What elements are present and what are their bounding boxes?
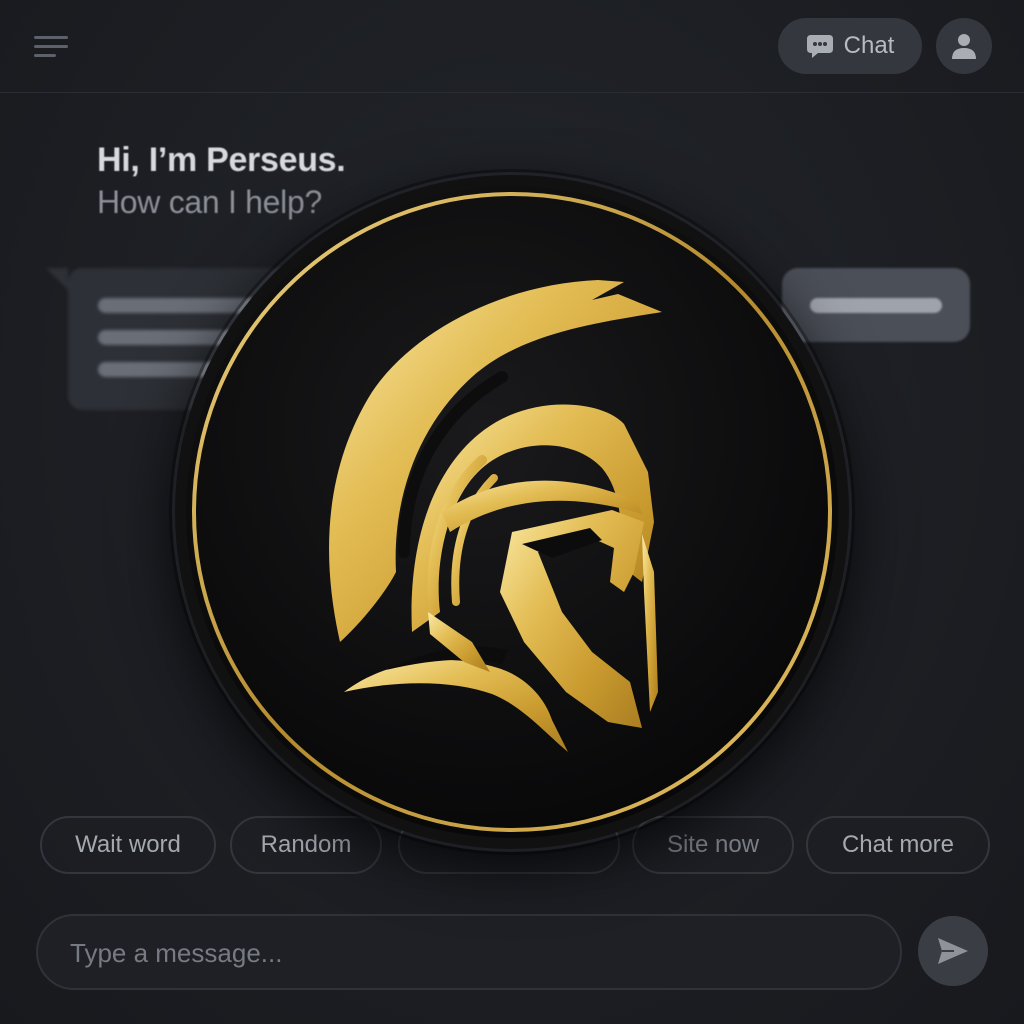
send-button[interactable] [918,916,988,986]
message-input-container[interactable] [36,914,902,990]
chat-bubble-icon [806,33,834,59]
chat-app: Chat Hi, I’m Perseus. How can I help? Wa… [0,0,1024,1024]
message-input[interactable] [68,916,872,990]
chat-button-label: Chat [843,32,895,59]
spartan-helmet-icon [175,175,849,849]
suggestion-chip-label: Wait word [75,831,181,858]
menu-icon[interactable] [34,32,70,60]
send-icon [938,938,968,964]
chat-button[interactable]: Chat [778,18,922,74]
suggestion-chip-label: Chat more [841,831,955,858]
top-bar: Chat [0,0,1024,93]
user-icon [952,34,976,59]
profile-button[interactable] [936,18,992,74]
